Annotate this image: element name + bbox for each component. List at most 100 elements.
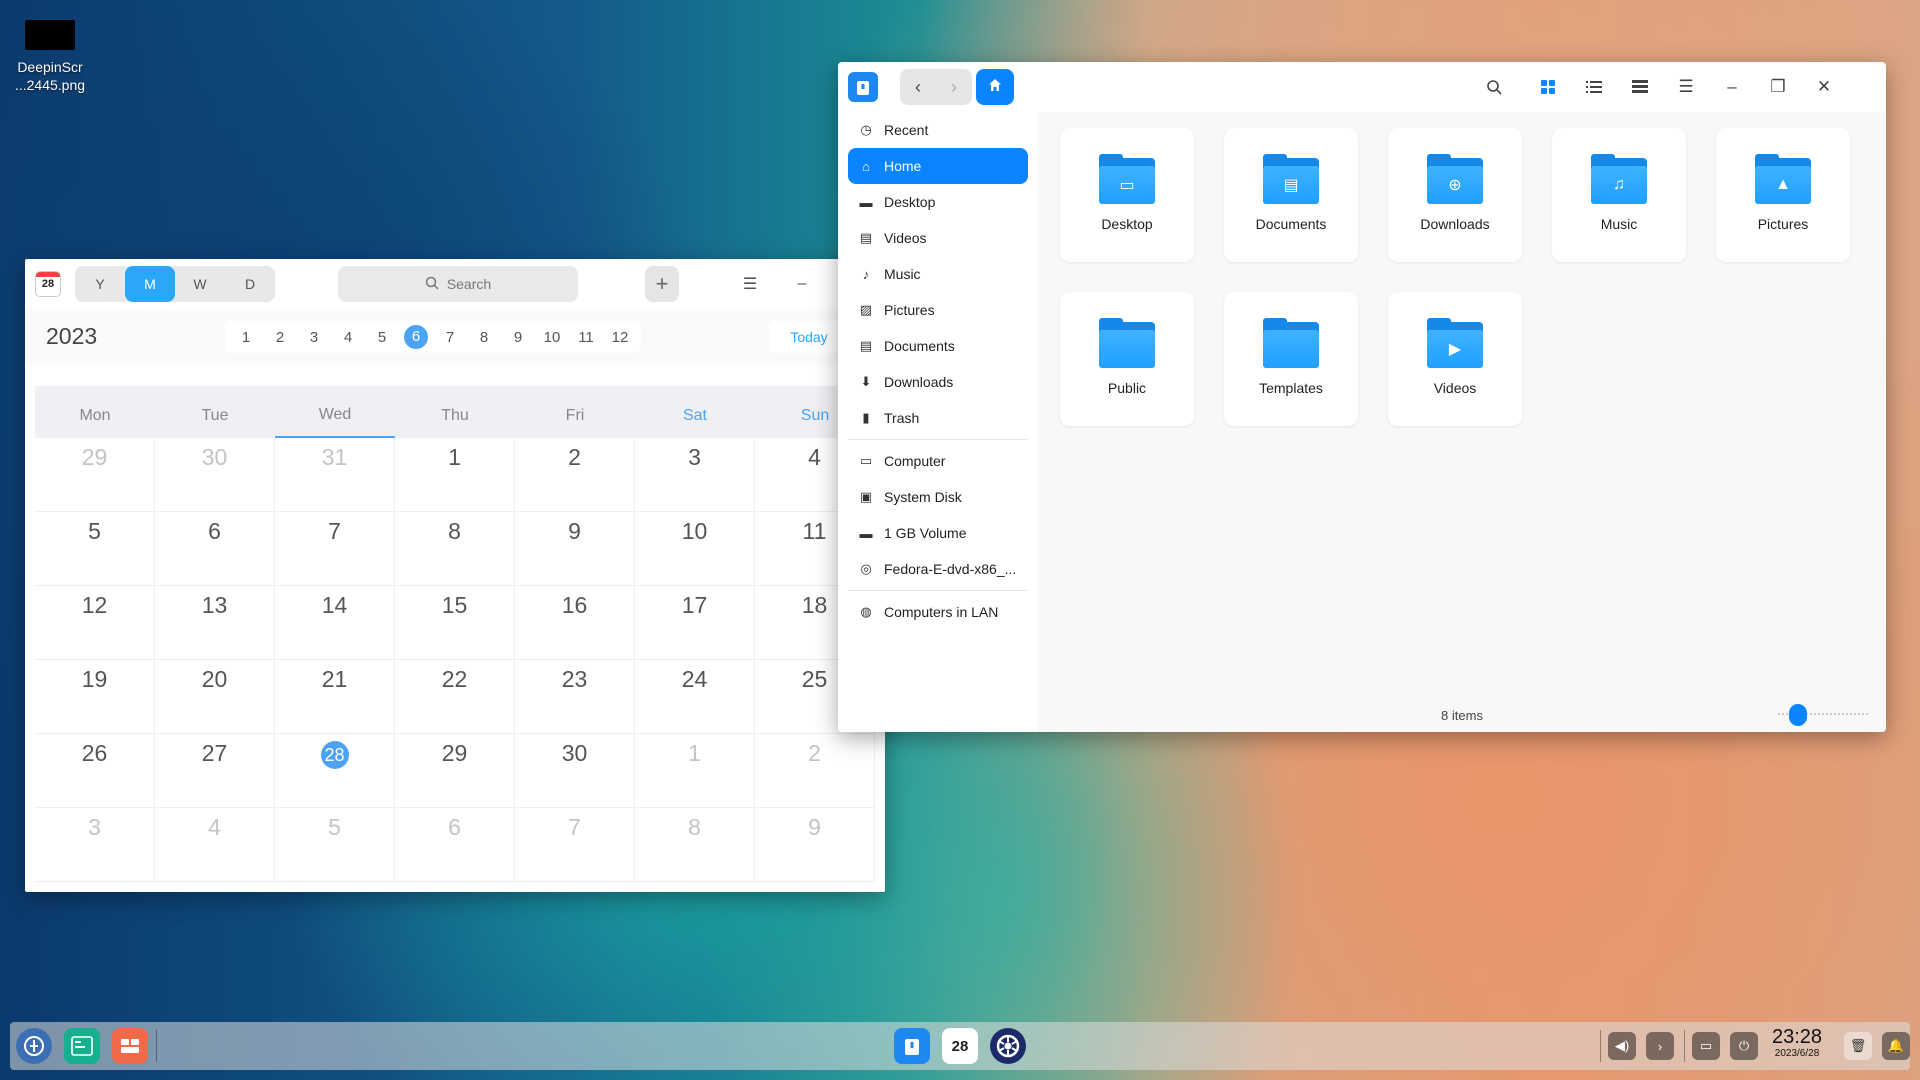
forward-button[interactable]: ›: [936, 69, 972, 105]
month-item-2[interactable]: 2: [263, 329, 297, 346]
day-cell[interactable]: 7: [275, 512, 395, 586]
sidebar-item-downloads[interactable]: ⬇ Downloads: [848, 364, 1028, 400]
day-cell[interactable]: 13: [155, 586, 275, 660]
notification-bell-icon[interactable]: 🔔: [1882, 1032, 1910, 1060]
folder-tile-music[interactable]: ♫ Music: [1552, 128, 1686, 262]
settings-taskbar-icon[interactable]: [990, 1028, 1026, 1064]
day-cell[interactable]: 19: [35, 660, 155, 734]
day-cell[interactable]: 12: [35, 586, 155, 660]
file-manager-taskbar-icon[interactable]: [894, 1028, 930, 1064]
sidebar-item-recent[interactable]: ◷ Recent: [848, 112, 1028, 148]
day-cell[interactable]: 23: [515, 660, 635, 734]
month-item-9[interactable]: 9: [501, 329, 535, 346]
today-button[interactable]: Today: [769, 321, 849, 353]
month-item-4[interactable]: 4: [331, 329, 365, 346]
close-icon[interactable]: ✕: [1809, 72, 1839, 102]
sidebar-item-documents[interactable]: ▤ Documents: [848, 328, 1028, 364]
slider-handle[interactable]: [1789, 704, 1807, 726]
day-cell[interactable]: 30: [155, 438, 275, 512]
day-cell[interactable]: 21: [275, 660, 395, 734]
month-item-8[interactable]: 8: [467, 329, 501, 346]
menu-icon[interactable]: ☰: [735, 269, 765, 299]
day-cell[interactable]: 6: [155, 512, 275, 586]
month-item-3[interactable]: 3: [297, 329, 331, 346]
calendar-taskbar-icon[interactable]: 28: [942, 1028, 978, 1064]
day-cell[interactable]: 5: [275, 808, 395, 882]
calendar-search-input[interactable]: Search: [338, 266, 578, 302]
folder-tile-downloads[interactable]: ⊕ Downloads: [1388, 128, 1522, 262]
view-tab-d[interactable]: D: [225, 266, 275, 302]
day-cell[interactable]: 14: [275, 586, 395, 660]
sidebar-item-computers-in-lan[interactable]: ◍ Computers in LAN: [848, 594, 1028, 630]
day-cell[interactable]: 9: [515, 512, 635, 586]
day-cell[interactable]: 16: [515, 586, 635, 660]
day-cell[interactable]: 22: [395, 660, 515, 734]
day-cell[interactable]: 27: [155, 734, 275, 808]
day-cell[interactable]: 8: [635, 808, 755, 882]
view-tab-y[interactable]: Y: [75, 266, 125, 302]
folder-tile-videos[interactable]: ▶ Videos: [1388, 292, 1522, 426]
list-view-icon[interactable]: [1579, 72, 1609, 102]
sidebar-item-music[interactable]: ♪ Music: [848, 256, 1028, 292]
day-cell[interactable]: 15: [395, 586, 515, 660]
app-store-icon[interactable]: [112, 1028, 148, 1064]
day-cell[interactable]: 24: [635, 660, 755, 734]
add-event-button[interactable]: +: [645, 266, 679, 302]
sidebar-item-1-gb-volume[interactable]: ▬ 1 GB Volume: [848, 515, 1028, 551]
month-item-5[interactable]: 5: [365, 329, 399, 346]
desktop-file-screenshot[interactable]: DeepinScr ...2445.png: [10, 18, 90, 94]
folder-tile-templates[interactable]: Templates: [1224, 292, 1358, 426]
power-icon[interactable]: ⏻: [1730, 1032, 1758, 1060]
sidebar-item-fedora-e-dvd-x86[interactable]: ◎ Fedora-E-dvd-x86_...: [848, 551, 1028, 587]
breadcrumb-home-button[interactable]: [976, 69, 1014, 105]
day-cell[interactable]: 26: [35, 734, 155, 808]
minimize-icon[interactable]: –: [1717, 72, 1747, 102]
sidebar-item-home[interactable]: ⌂ Home: [848, 148, 1028, 184]
multitask-view-icon[interactable]: [64, 1028, 100, 1064]
day-cell[interactable]: 10: [635, 512, 755, 586]
restore-icon[interactable]: ❐: [1763, 72, 1793, 102]
day-cell[interactable]: 4: [155, 808, 275, 882]
launcher-icon[interactable]: [16, 1028, 52, 1064]
month-item-6[interactable]: 6: [399, 325, 433, 349]
day-cell[interactable]: 3: [35, 808, 155, 882]
menu-icon[interactable]: ☰: [1671, 72, 1701, 102]
sidebar-item-desktop[interactable]: ▬ Desktop: [848, 184, 1028, 220]
minimize-icon[interactable]: –: [787, 269, 817, 299]
day-cell[interactable]: 30: [515, 734, 635, 808]
detail-view-icon[interactable]: [1625, 72, 1655, 102]
volume-icon[interactable]: ◀): [1608, 1032, 1636, 1060]
month-item-12[interactable]: 12: [603, 329, 637, 346]
day-cell[interactable]: 31: [275, 438, 395, 512]
icon-size-slider[interactable]: [1778, 704, 1868, 726]
folder-tile-documents[interactable]: ▤ Documents: [1224, 128, 1358, 262]
search-icon[interactable]: [1479, 72, 1509, 102]
day-cell[interactable]: 1: [635, 734, 755, 808]
clock[interactable]: 23:28 2023/6/28: [1772, 1026, 1822, 1060]
day-cell[interactable]: 29: [395, 734, 515, 808]
day-cell[interactable]: 2: [755, 734, 875, 808]
month-item-11[interactable]: 11: [569, 329, 603, 346]
sidebar-item-trash[interactable]: ▮ Trash: [848, 400, 1028, 436]
sidebar-item-pictures[interactable]: ▨ Pictures: [848, 292, 1028, 328]
folder-tile-public[interactable]: Public: [1060, 292, 1194, 426]
month-item-7[interactable]: 7: [433, 329, 467, 346]
trash-icon[interactable]: 🗑: [1844, 1032, 1872, 1060]
day-cell[interactable]: 29: [35, 438, 155, 512]
view-tab-m[interactable]: M: [125, 266, 175, 302]
day-cell[interactable]: 7: [515, 808, 635, 882]
day-cell[interactable]: 2: [515, 438, 635, 512]
day-cell[interactable]: 6: [395, 808, 515, 882]
chevron-right-icon[interactable]: ›: [1646, 1032, 1674, 1060]
day-cell[interactable]: 5: [35, 512, 155, 586]
back-button[interactable]: ‹: [900, 69, 936, 105]
icon-view-icon[interactable]: [1533, 72, 1563, 102]
folder-tile-pictures[interactable]: ▲ Pictures: [1716, 128, 1850, 262]
day-cell[interactable]: 9: [755, 808, 875, 882]
day-cell[interactable]: 8: [395, 512, 515, 586]
day-cell[interactable]: 17: [635, 586, 755, 660]
month-item-10[interactable]: 10: [535, 329, 569, 346]
sidebar-item-system-disk[interactable]: ▣ System Disk: [848, 479, 1028, 515]
day-cell[interactable]: 28: [275, 734, 395, 808]
day-cell[interactable]: 3: [635, 438, 755, 512]
